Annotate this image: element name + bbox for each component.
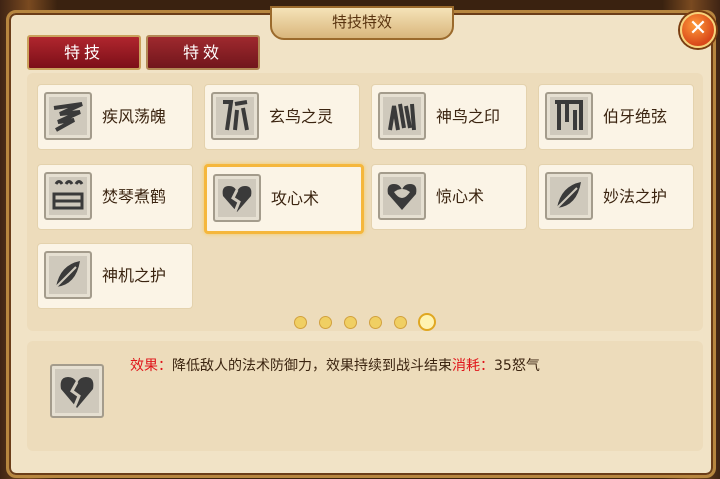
skill-item[interactable]: 惊心术	[371, 164, 527, 230]
bird-spirit-icon	[211, 92, 259, 140]
skill-item[interactable]: 神机之护	[37, 243, 193, 309]
skill-label: 攻心术	[271, 189, 320, 208]
burning-zither-icon	[44, 172, 92, 220]
page-dot[interactable]	[319, 316, 332, 329]
close-button[interactable]: ✕	[680, 12, 716, 48]
feather-icon	[545, 172, 593, 220]
effect-text: 降低敌人的法术防御力，效果持续到战斗结束	[172, 358, 452, 374]
cost-label: 消耗：	[452, 358, 494, 374]
page-dot-active[interactable]	[418, 313, 436, 331]
skill-item[interactable]: 玄鸟之灵	[204, 84, 360, 150]
effect-label: 效果：	[130, 358, 172, 374]
skill-item[interactable]: 神鸟之印	[371, 84, 527, 150]
page-dot[interactable]	[369, 316, 382, 329]
tab-label: 特技	[63, 43, 104, 62]
tab-label: 特效	[182, 43, 223, 62]
wind-claw-icon	[44, 92, 92, 140]
skill-item[interactable]: 伯牙绝弦	[538, 84, 694, 150]
skill-item[interactable]: 妙法之护	[538, 164, 694, 230]
cost-value: 35怒气	[494, 358, 540, 374]
skill-label: 疾风荡魄	[102, 107, 167, 126]
broken-heart-icon	[213, 174, 261, 222]
page-dot[interactable]	[344, 316, 357, 329]
skill-item-selected[interactable]: 攻心术	[204, 164, 364, 234]
broken-heart-icon	[50, 364, 104, 418]
window-title: 特技特效	[270, 6, 454, 40]
skill-label: 神鸟之印	[436, 107, 501, 126]
skill-label: 焚琴煮鹤	[102, 187, 167, 206]
skill-label: 妙法之护	[603, 187, 668, 206]
skill-label: 玄鸟之灵	[269, 107, 334, 126]
skill-item[interactable]: 疾风荡魄	[37, 84, 193, 150]
page-dot[interactable]	[294, 316, 307, 329]
skill-label: 惊心术	[436, 187, 485, 206]
startled-heart-icon	[378, 172, 426, 220]
divine-bird-seal-icon	[378, 92, 426, 140]
close-icon: ✕	[688, 16, 708, 41]
tab-special-effect[interactable]: 特效	[146, 35, 260, 70]
broken-string-icon	[545, 92, 593, 140]
skill-description: 效果：降低敌人的法术防御力，效果持续到战斗结束消耗：35怒气	[130, 355, 540, 375]
skill-label: 神机之护	[102, 266, 167, 285]
skill-item[interactable]: 焚琴煮鹤	[37, 164, 193, 230]
tab-special-skill[interactable]: 特技	[27, 35, 141, 70]
feather-icon	[44, 251, 92, 299]
page-dot[interactable]	[394, 316, 407, 329]
skill-label: 伯牙绝弦	[603, 107, 668, 126]
